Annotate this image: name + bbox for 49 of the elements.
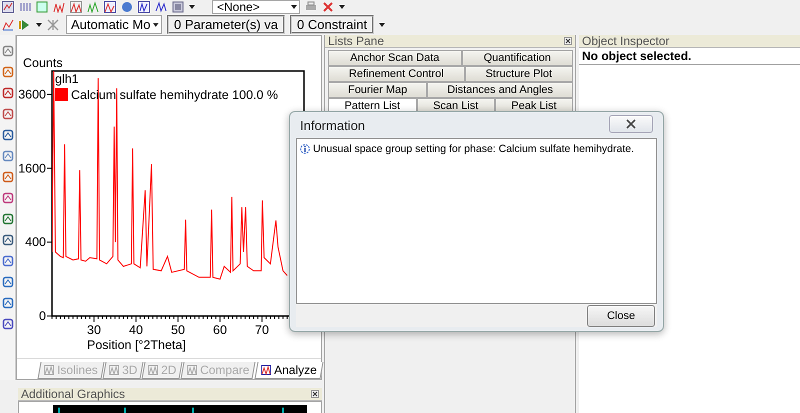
list-tab[interactable]: Refinement Control <box>328 66 465 82</box>
list-tab[interactable]: Fourier Map <box>328 82 428 98</box>
printer-icon[interactable] <box>305 1 317 13</box>
x-tick-label: 60 <box>213 323 227 337</box>
inspector-status: No object selected. <box>579 48 800 65</box>
close-button[interactable]: Close <box>587 304 655 326</box>
x-tick-label: 70 <box>255 323 269 337</box>
panel-title: Lists Pane <box>328 34 384 48</box>
caret-icon[interactable] <box>189 5 195 9</box>
caret-icon <box>291 5 297 9</box>
caret-icon[interactable] <box>379 22 386 26</box>
y-tick-label: 3600 <box>18 87 46 102</box>
x-axis-label: Position [°2Theta] <box>87 338 186 352</box>
list-tab[interactable]: Structure Plot <box>464 66 574 82</box>
panel-title: Object Inspector <box>582 34 670 48</box>
close-icon[interactable] <box>311 390 319 398</box>
y-tick-label: 400 <box>25 235 46 250</box>
list-tab[interactable]: Distances and Angles <box>427 82 573 98</box>
close-button[interactable] <box>609 115 653 133</box>
close-icon <box>626 119 636 129</box>
caret-icon <box>153 22 159 26</box>
x-tick-label: 30 <box>87 323 101 337</box>
dialog-title: Information <box>300 118 366 132</box>
preset-dropdown[interactable]: <None> <box>212 0 300 14</box>
sphere-icon[interactable] <box>121 1 133 13</box>
list-tab[interactable]: Anchor Scan Data <box>328 50 462 66</box>
list-icon[interactable] <box>172 1 184 13</box>
info-icon <box>300 144 310 154</box>
caret-icon[interactable] <box>36 22 42 26</box>
cross-pattern-icon[interactable] <box>47 18 59 30</box>
window-icon[interactable] <box>36 1 48 13</box>
scan-name: glh1 <box>55 72 79 86</box>
cross-icon[interactable] <box>322 1 334 13</box>
grid-icon[interactable] <box>19 1 31 13</box>
panel-title: Additional Graphics <box>21 387 126 401</box>
x-tick-label: 50 <box>171 323 185 337</box>
y-axis-label: Counts <box>23 56 63 70</box>
close-icon[interactable] <box>564 37 572 45</box>
parameters-field: 0 Parameter(s) va <box>167 15 286 34</box>
caret-icon[interactable] <box>339 5 345 9</box>
x-tick-label: 40 <box>129 323 143 337</box>
y-tick-label: 1600 <box>18 161 46 176</box>
view-tab[interactable]: Analyze <box>254 362 323 379</box>
constraints-field: 0 Constraint <box>290 15 374 34</box>
dialog-message: Unusual space group setting for phase: Calcium sulfate hemihydrate. <box>313 143 634 155</box>
y-tick-label: 0 <box>39 309 46 323</box>
mode-dropdown[interactable]: Automatic Mo <box>66 15 162 34</box>
list-tab[interactable]: Quantification <box>462 50 574 66</box>
play-icon[interactable] <box>19 18 31 30</box>
